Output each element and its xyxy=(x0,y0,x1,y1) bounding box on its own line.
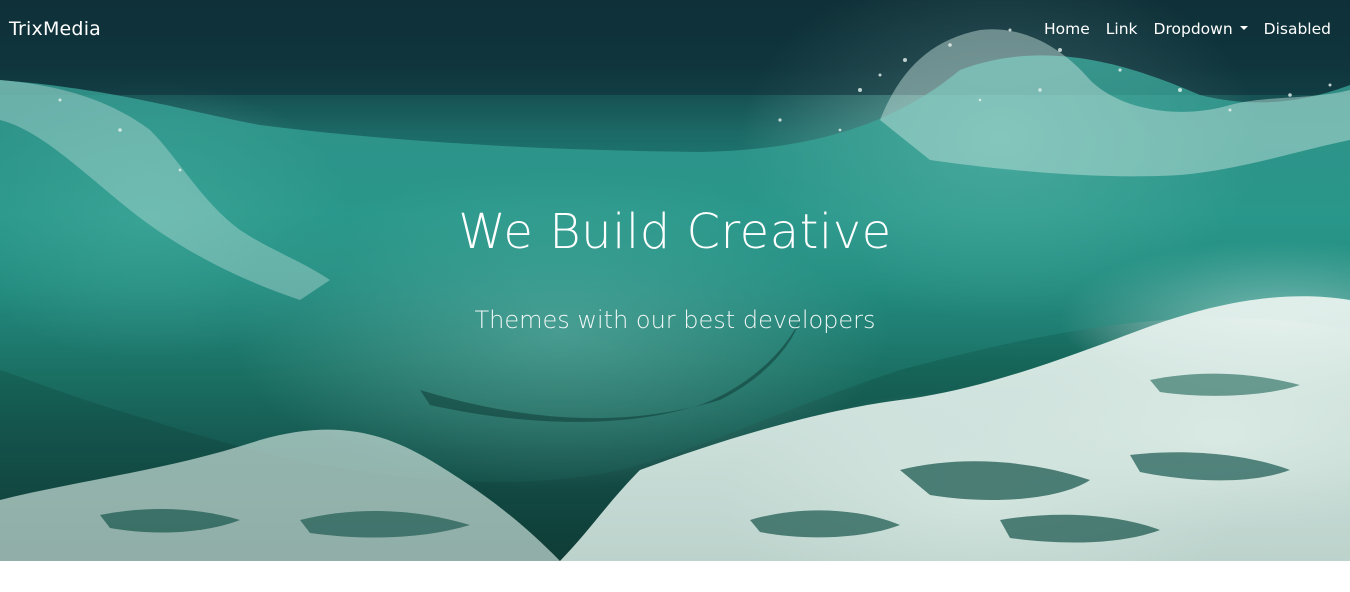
nav-dropdown-label: Dropdown xyxy=(1153,20,1233,38)
nav-link-disabled: Disabled xyxy=(1263,20,1331,38)
ocean-wave-image xyxy=(0,0,1350,561)
nav-dropdown-toggle[interactable]: Dropdown xyxy=(1154,20,1248,38)
nav-link-link[interactable]: Link xyxy=(1106,20,1138,38)
brand-logo-link[interactable]: TrixMedia xyxy=(9,18,101,40)
nav-links: Home Link Dropdown Disabled xyxy=(1044,20,1331,38)
nav-link-home[interactable]: Home xyxy=(1044,20,1090,38)
top-navbar: TrixMedia Home Link Dropdown Disabled xyxy=(0,0,1350,58)
hero-title: We Build Creative xyxy=(458,204,892,260)
caret-down-icon xyxy=(1239,25,1248,30)
hero-subtitle: Themes with our best developers xyxy=(474,306,876,334)
hero-section: TrixMedia Home Link Dropdown Disabled We… xyxy=(0,0,1350,561)
